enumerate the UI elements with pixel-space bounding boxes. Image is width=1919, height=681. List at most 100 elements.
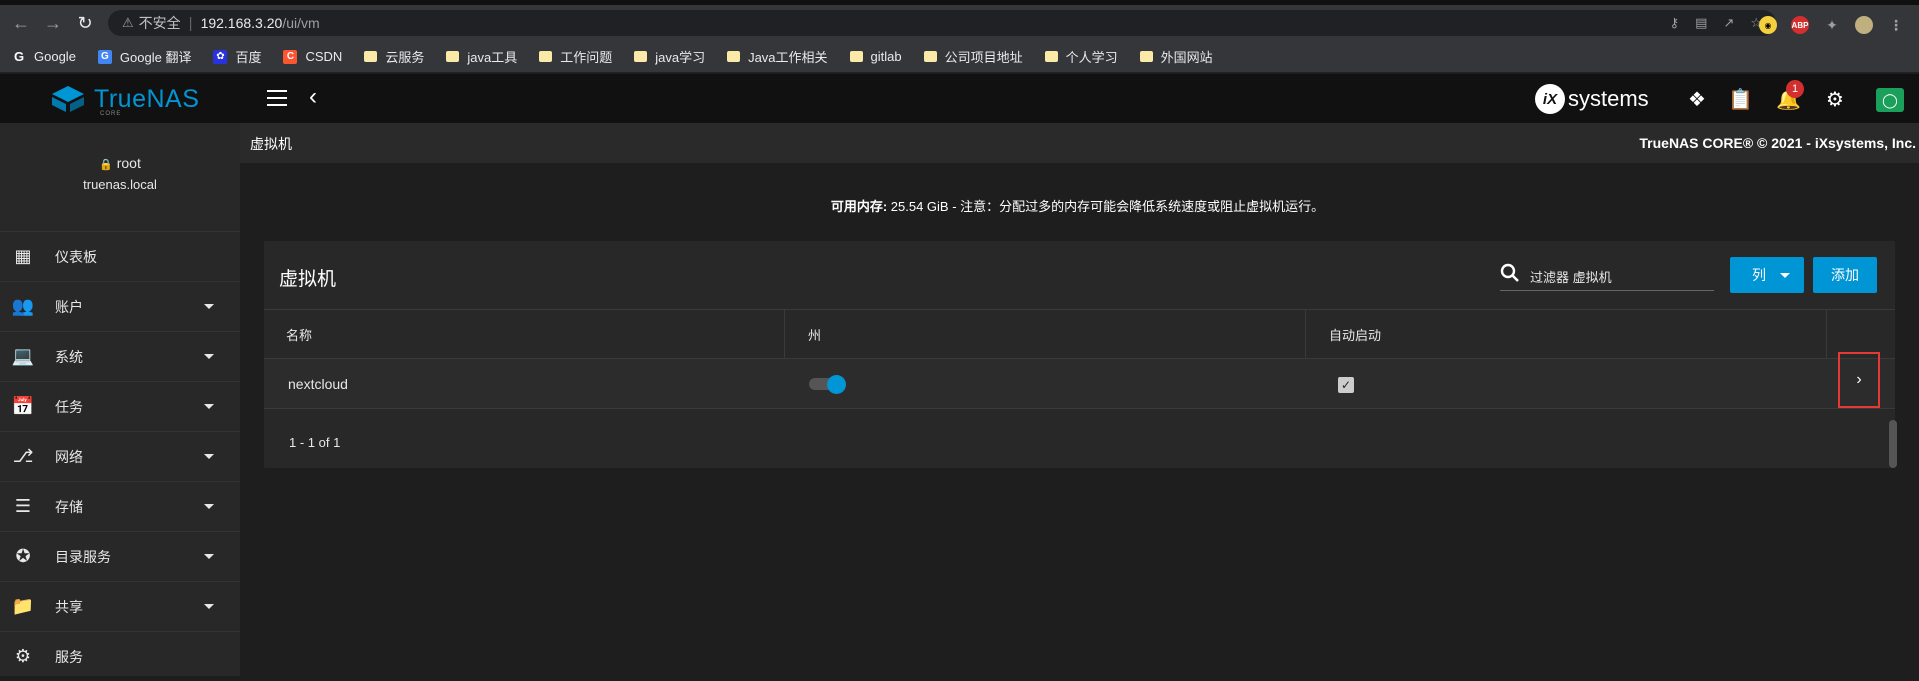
sidebar-item-services[interactable]: ⚙ 服务 (0, 631, 240, 681)
sidebar-item-directory-services[interactable]: ✪ 目录服务 (0, 531, 240, 581)
add-button[interactable]: 添加 (1813, 257, 1877, 293)
browser-toolbar: ← → ↻ ⚠ 不安全 | 192.168.3.20 /ui/vm ⚷ ▤ ↗ … (0, 5, 1919, 41)
folder-icon (364, 51, 378, 62)
columns-button[interactable]: 列 (1730, 257, 1804, 293)
bookmark-folder[interactable]: 外国网站 (1139, 47, 1213, 66)
extension-owl-icon[interactable]: ◉ (1759, 16, 1777, 34)
bookmark-google-translate[interactable]: G Google 翻译 (97, 47, 192, 66)
chevron-down-icon (204, 454, 214, 459)
bookmark-folder[interactable]: 工作问题 (539, 47, 612, 66)
adblock-plus-icon[interactable]: ABP (1791, 16, 1809, 34)
insecure-label: 不安全 (138, 15, 181, 31)
state-toggle[interactable] (809, 375, 846, 394)
filter-input[interactable]: 过滤器 虚拟机 (1500, 257, 1714, 291)
expand-row-chevron-icon[interactable]: › (1838, 352, 1880, 408)
memory-label: 可用内存: (830, 199, 888, 214)
app-topbar: TrueNAS CORE ‹ iX systems ❖ 📋 🔔 1 ⚙ ◯ (0, 74, 1919, 123)
ixsystems-logo[interactable]: iX systems (1535, 84, 1649, 114)
sidebar-item-tasks[interactable]: 📅 任务 (0, 381, 240, 431)
settings-gear-icon[interactable]: ⚙ (1826, 87, 1844, 112)
scrollbar-thumb[interactable] (1889, 420, 1897, 468)
columns-button-label: 列 (1752, 267, 1766, 283)
storage-icon: ☰ (14, 496, 32, 516)
bookmark-label: java工具 (467, 50, 518, 65)
column-header-state[interactable]: 州 (785, 310, 1306, 358)
address-bar[interactable]: ⚠ 不安全 | 192.168.3.20 /ui/vm ⚷ ▤ ↗ ☆ (108, 10, 1776, 36)
extensions-puzzle-icon[interactable]: ✦ (1823, 16, 1841, 34)
sidebar-item-storage[interactable]: ☰ 存储 (0, 481, 240, 531)
card-title: 虚拟机 (279, 269, 337, 290)
sidebar: 🔒 root truenas.local ▦ 仪表板 👥 账户 💻 系统 📅 任… (0, 123, 240, 676)
truenas-logo[interactable]: TrueNAS CORE (48, 84, 199, 117)
hostname: truenas.local (83, 177, 157, 192)
table-row[interactable]: nextcloud ✓ (264, 359, 1895, 409)
browser-back-icon[interactable]: ← (8, 10, 34, 36)
browser-menu-icon[interactable]: ⋮ (1887, 16, 1905, 34)
column-header-name[interactable]: 名称 (264, 310, 785, 358)
bookmark-label: gitlab (870, 49, 902, 64)
menu-toggle-icon[interactable] (267, 90, 287, 106)
bookmark-label: Google (34, 49, 76, 64)
username-text: root (116, 155, 141, 171)
share-icon[interactable]: ↗ (1723, 15, 1734, 31)
dashboard-icon: ▦ (14, 246, 32, 266)
bookmark-label: Java工作相关 (748, 50, 828, 65)
folder-icon (923, 51, 937, 62)
power-user-icon[interactable]: ◯ (1876, 88, 1904, 112)
sidebar-item-sharing[interactable]: 📁 共享 (0, 581, 240, 631)
browser-forward-icon[interactable]: → (40, 10, 66, 36)
folder-icon (539, 51, 553, 62)
translate-page-icon[interactable]: ▤ (1695, 15, 1707, 31)
accounts-icon: 👥 (11, 296, 35, 316)
bookmark-label: CSDN (305, 49, 343, 64)
folder-icon (1044, 51, 1058, 62)
notification-badge: 1 (1786, 80, 1804, 98)
csdn-icon: C (283, 49, 298, 64)
bookmark-label: 外国网站 (1160, 50, 1213, 65)
logo-sub: CORE (100, 111, 122, 117)
truecommand-icon[interactable]: ❖ (1688, 87, 1706, 112)
sidebar-item-network[interactable]: ⎇ 网络 (0, 431, 240, 481)
bookmark-google[interactable]: G Google (12, 49, 76, 64)
bookmark-folder[interactable]: 云服务 (364, 47, 424, 66)
chevron-down-icon (204, 554, 214, 559)
sidebar-item-label: 任务 (55, 398, 83, 415)
profile-avatar-icon[interactable] (1855, 16, 1873, 34)
task-manager-icon[interactable]: 📋 (1728, 87, 1753, 112)
sidebar-item-accounts[interactable]: 👥 账户 (0, 281, 240, 331)
folder-icon (1139, 51, 1153, 62)
bookmark-folder[interactable]: 公司项目地址 (923, 47, 1023, 66)
user-panel: 🔒 root truenas.local (0, 123, 240, 221)
warning-icon: ⚠ (122, 15, 134, 30)
translate-icon: G (97, 49, 112, 64)
address-divider: | (188, 14, 193, 32)
sidebar-item-label: 账户 (55, 298, 83, 315)
vm-name: nextcloud (288, 376, 348, 392)
sharing-icon: 📁 (11, 596, 35, 616)
column-header-autostart[interactable]: 自动启动 (1306, 310, 1827, 358)
bookmark-label: 百度 (235, 50, 262, 65)
bookmark-folder[interactable]: 个人学习 (1044, 47, 1118, 66)
folder-icon (727, 51, 741, 62)
bookmark-folder[interactable]: java学习 (634, 47, 705, 66)
bookmark-label: Google 翻译 (119, 50, 192, 65)
bookmark-folder[interactable]: gitlab (849, 49, 902, 64)
ix-logo-mark: iX (1535, 84, 1565, 114)
collapse-sidebar-icon[interactable]: ‹ (309, 83, 317, 111)
autostart-checkbox[interactable]: ✓ (1338, 377, 1354, 393)
bookmark-baidu[interactable]: ✿ 百度 (213, 47, 261, 66)
bookmark-csdn[interactable]: C CSDN (283, 49, 342, 64)
folder-icon (446, 51, 460, 62)
browser-reload-icon[interactable]: ↻ (72, 10, 98, 36)
copyright-text: TrueNAS CORE® © 2021 - iXsystems, Inc. (1639, 135, 1916, 151)
key-icon[interactable]: ⚷ (1670, 15, 1680, 31)
bookmarks-bar: G Google G Google 翻译 ✿ 百度 C CSDN 云服务 jav… (0, 41, 1919, 73)
url-path: /ui/vm (282, 15, 320, 31)
bookmark-folder[interactable]: java工具 (446, 47, 517, 66)
sidebar-item-label: 服务 (55, 648, 83, 665)
sidebar-item-label: 系统 (55, 348, 83, 365)
sidebar-item-system[interactable]: 💻 系统 (0, 331, 240, 381)
bookmark-label: 云服务 (385, 50, 425, 65)
sidebar-item-dashboard[interactable]: ▦ 仪表板 (0, 231, 240, 281)
bookmark-folder[interactable]: Java工作相关 (727, 47, 828, 66)
